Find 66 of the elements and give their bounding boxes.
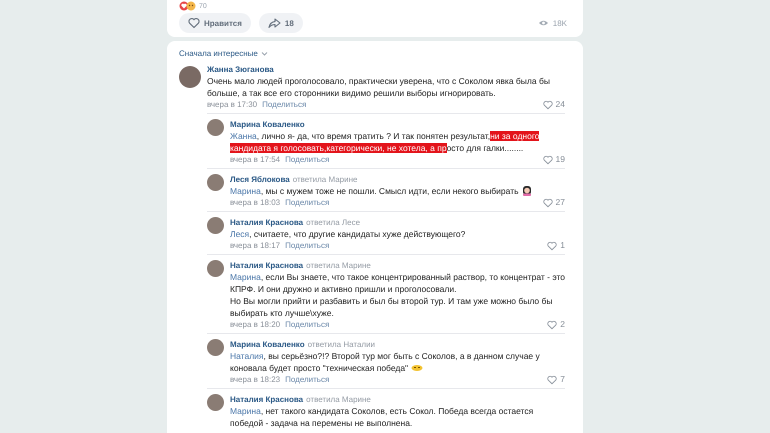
author-name[interactable]: Наталия Краснова	[230, 260, 304, 271]
author-name[interactable]: Марина Коваленко	[230, 119, 305, 130]
heart-icon	[547, 320, 558, 330]
reply-to-label: ответила Марине	[306, 394, 371, 405]
avatar[interactable]	[179, 66, 201, 88]
share-link[interactable]: Поделиться	[285, 374, 330, 385]
avatar[interactable]	[207, 174, 224, 191]
heart-icon	[547, 374, 558, 384]
eye-icon	[538, 19, 549, 27]
heart-icon	[542, 154, 553, 164]
avatar[interactable]	[207, 339, 224, 356]
reply-to-label: ответила Наталии	[308, 339, 376, 350]
comment-text: Марина, мы с мужем тоже не пошли. Смысл идти, если некого выбирать	[230, 185, 565, 197]
like-count: 2	[560, 319, 565, 330]
avatar[interactable]	[207, 260, 224, 277]
share-link[interactable]: Поделиться	[285, 154, 330, 165]
comment-time: вчера в 18:17	[230, 240, 280, 251]
like-count: 19	[556, 154, 565, 165]
heart-icon	[542, 100, 553, 110]
mention-link[interactable]: Леся	[230, 229, 250, 239]
share-link[interactable]: Поделиться	[262, 99, 306, 110]
reply-to-label: ответила Марине	[306, 260, 371, 271]
author-name[interactable]: Жанна Зюганова	[207, 64, 274, 75]
comment-text: Жанна, лично я- да, что время тратить ? И так понятен результат,ни за одного кандидата я голосовать,категорически, не хотела, а просто для галки........	[230, 130, 540, 154]
like-count: 27	[556, 197, 565, 208]
face-emoji-icon	[411, 363, 424, 373]
share-link[interactable]: Поделиться	[285, 197, 330, 208]
author-name[interactable]: Наталия Краснова	[230, 217, 304, 228]
comment-time: вчера в 18:20	[230, 319, 280, 330]
comment-text: Очень мало людей проголосовало, практически уверена, что с Соколом явка была бы больше, а так все его сторонники видимо решили выборы игнорировать.	[207, 75, 551, 99]
author-name[interactable]: Наталия Краснова	[230, 394, 304, 405]
avatar[interactable]	[207, 119, 224, 136]
like-count: 1	[560, 240, 565, 251]
mention-link[interactable]: Марина	[230, 272, 261, 282]
author-name[interactable]: Леся Яблокова	[230, 174, 290, 185]
comment-time: вчера в 18:03	[230, 197, 280, 208]
mention-link[interactable]: Марина	[230, 186, 261, 196]
sort-dropdown[interactable]: Сначала интересные	[179, 49, 258, 58]
heart-icon	[547, 240, 558, 250]
like-button[interactable]: Нравится	[179, 13, 251, 33]
share-button[interactable]: 18	[258, 13, 303, 33]
woman-emoji-icon	[522, 185, 532, 196]
share-link[interactable]: Поделиться	[285, 240, 330, 251]
reply-to-label: ответила Лесе	[306, 217, 360, 228]
heart-icon	[188, 17, 200, 29]
avatar[interactable]	[207, 217, 224, 234]
mention-link[interactable]: Жанна	[230, 131, 257, 141]
comment-text: Леся, считаете, что другие кандидаты хуже действующего?	[230, 228, 466, 240]
comment-time: вчера в 17:54	[230, 154, 280, 165]
avatar[interactable]	[207, 394, 224, 411]
comment-text: Марина, нет такого кандидата Соколов, есть Сокол. Победа всегда остается победой - задача на перемены не выполнена.	[230, 405, 534, 429]
like-count: 7	[560, 374, 565, 385]
comment-text: Марина, если Вы знаете, что такое концентрированный раствор, то концентрат - это КПРФ. И они дружно и активно пришли и проголосовали. Но Вы могли прийти и разбавить и был бы второй тур. И там уже можно было бы выбирать кто лучше\хуже.	[230, 271, 565, 319]
heart-icon	[542, 198, 553, 208]
comment-time: вчера в 18:23	[230, 374, 280, 385]
share-link[interactable]: Поделиться	[285, 319, 330, 330]
mention-link[interactable]: Наталия	[230, 351, 264, 361]
share-arrow-icon	[268, 17, 281, 29]
like-count: 24	[556, 99, 565, 110]
mention-link[interactable]: Марина	[230, 406, 261, 416]
comment-text: Наталия, вы серьёзно?!? Второй тур мог быть с Соколов, а в данном случае у коновала будет просто "техническая победа"	[230, 350, 541, 374]
author-name[interactable]: Марина Коваленко	[230, 339, 305, 350]
comment-time: вчера в 17:30	[207, 99, 258, 110]
chevron-down-icon	[260, 51, 268, 56]
views-count: 18K	[552, 18, 567, 28]
reply-to-label: ответила Марине	[292, 174, 358, 185]
